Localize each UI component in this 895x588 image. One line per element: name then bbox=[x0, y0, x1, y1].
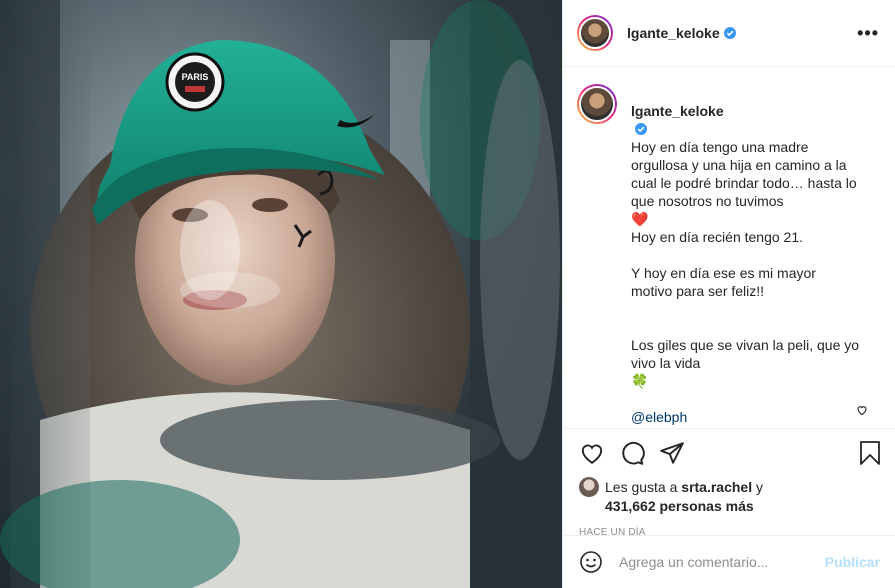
caption-line-4: Los giles que se vivan la peli, que yo v… bbox=[631, 337, 860, 371]
likes-summary: Les gusta a srta.rachel y bbox=[579, 477, 882, 497]
likes-count[interactable]: 431,662 personas más bbox=[605, 497, 882, 515]
caption-line-2: Hoy en día recién tengo 21. bbox=[631, 229, 804, 245]
share-send-icon[interactable] bbox=[659, 440, 685, 466]
like-heart-icon[interactable] bbox=[579, 440, 605, 466]
comment-bubble-icon[interactable] bbox=[619, 440, 645, 466]
post-actions: Les gusta a srta.rachel y 431,662 person… bbox=[563, 428, 895, 538]
comments-area: lgante_keloke Hoy en día tengo una madre… bbox=[563, 68, 895, 428]
add-comment-bar: Publicar bbox=[563, 535, 895, 588]
verified-badge-icon bbox=[635, 123, 647, 135]
caption-text: lgante_keloke Hoy en día tengo una madre… bbox=[631, 84, 861, 426]
author-username[interactable]: lgante_keloke bbox=[627, 25, 720, 41]
caption-username[interactable]: lgante_keloke bbox=[631, 103, 724, 119]
verified-badge-icon bbox=[723, 27, 736, 39]
post-modal: PARIS lgante_keloke ••• lgante_keloke Ho… bbox=[0, 0, 895, 588]
svg-text:PARIS: PARIS bbox=[182, 72, 209, 82]
author-avatar[interactable] bbox=[577, 15, 613, 51]
emoji-smiley-icon[interactable] bbox=[579, 550, 603, 574]
liker-avatar[interactable] bbox=[579, 477, 599, 497]
publish-button[interactable]: Publicar bbox=[825, 554, 880, 570]
clover-emoji-icon: 🍀 bbox=[631, 373, 649, 389]
post-header: lgante_keloke ••• bbox=[563, 0, 895, 67]
post-side-panel: lgante_keloke ••• lgante_keloke Hoy en d… bbox=[562, 0, 895, 588]
caption-author-avatar[interactable] bbox=[577, 84, 617, 124]
red-heart-emoji-icon: ❤️ bbox=[631, 211, 649, 227]
caption-body: Hoy en día tengo una madre orgullosa y u… bbox=[631, 139, 857, 209]
caption: lgante_keloke Hoy en día tengo una madre… bbox=[577, 84, 880, 426]
comment-input[interactable] bbox=[619, 554, 819, 570]
comment-like-heart-icon[interactable] bbox=[856, 404, 868, 416]
post-photo[interactable]: PARIS bbox=[0, 0, 562, 588]
mention-link[interactable]: @elebph bbox=[631, 409, 687, 425]
save-bookmark-icon[interactable] bbox=[858, 440, 882, 466]
liker-username[interactable]: srta.rachel bbox=[681, 478, 752, 496]
more-options-icon[interactable]: ••• bbox=[857, 23, 879, 44]
likes-joiner: y bbox=[756, 479, 763, 495]
likes-prefix: Les gusta a bbox=[605, 479, 678, 495]
caption-line-3: Y hoy en día ese es mi mayor motivo para… bbox=[631, 265, 816, 299]
post-photo-illustration: PARIS bbox=[0, 0, 562, 588]
